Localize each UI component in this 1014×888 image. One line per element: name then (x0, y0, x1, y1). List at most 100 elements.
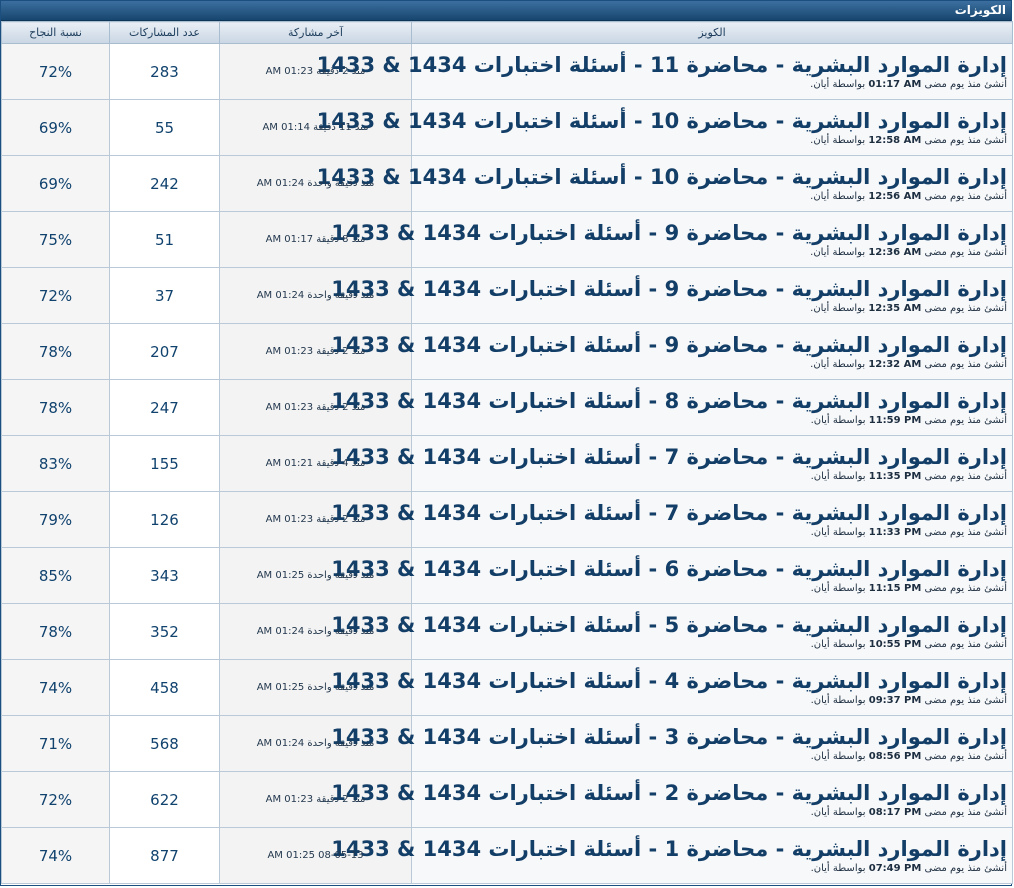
last-post-text: منذ دقيقة واحدة 01:25 AM (256, 570, 375, 581)
participants-count: 247 (150, 398, 179, 417)
quiz-author: بواسطة أيان. (810, 191, 866, 202)
success-rate-value: 74% (38, 846, 73, 865)
success-rate-value: 78% (38, 398, 73, 417)
quiz-created-prefix: أنشئ منذ يوم مضى (924, 527, 1007, 538)
quiz-created-prefix: أنشئ منذ يوم مضى (924, 135, 1007, 146)
success-rate-cell: 78% (1, 603, 110, 660)
quiz-created-prefix: أنشئ منذ يوم مضى (924, 303, 1007, 314)
last-post-text: منذ 2 دقيقة 01:23 AM (265, 794, 366, 805)
participants-count: 242 (150, 174, 179, 193)
quiz-title-link[interactable]: إدارة الموارد البشرية - محاضرة 7 - أسئلة… (331, 444, 1007, 470)
quiz-title-cell: إدارة الموارد البشرية - محاضرة 9 - أسئلة… (331, 267, 1013, 324)
quiz-title-cell: إدارة الموارد البشرية - محاضرة 7 - أسئلة… (331, 435, 1013, 492)
success-rate-value: 72% (38, 286, 73, 305)
quiz-created-time: 08:17 PM (868, 807, 922, 818)
quiz-created-time: 11:33 PM (868, 527, 922, 538)
quiz-title-link[interactable]: إدارة الموارد البشرية - محاضرة 1 - أسئلة… (331, 836, 1007, 862)
success-rate-value: 75% (38, 230, 73, 249)
quiz-meta: أنشئ منذ يوم مضى 07:49 PM بواسطة أيان. (417, 862, 1007, 875)
quiz-title-cell: إدارة الموارد البشرية - محاضرة 5 - أسئلة… (331, 603, 1013, 660)
quiz-title-cell: إدارة الموارد البشرية - محاضرة 9 - أسئلة… (331, 323, 1013, 380)
quiz-author: بواسطة أيان. (810, 583, 866, 594)
column-header-last-post: آخر مشاركة (219, 21, 412, 44)
quiz-created-prefix: أنشئ منذ يوم مضى (924, 751, 1007, 762)
quiz-created-prefix: أنشئ منذ يوم مضى (924, 807, 1007, 818)
success-rate-cell: 72% (1, 267, 110, 324)
quiz-created-prefix: أنشئ منذ يوم مضى (924, 583, 1007, 594)
success-rate-cell: 78% (1, 379, 110, 436)
quiz-created-prefix: أنشئ منذ يوم مضى (924, 359, 1007, 370)
quiz-title-link[interactable]: إدارة الموارد البشرية - محاضرة 10 - أسئل… (317, 164, 1007, 190)
quiz-title-cell: إدارة الموارد البشرية - محاضرة 1 - أسئلة… (331, 827, 1013, 884)
quiz-title-link[interactable]: إدارة الموارد البشرية - محاضرة 2 - أسئلة… (331, 780, 1007, 806)
quiz-title-cell: إدارة الموارد البشرية - محاضرة 11 - أسئل… (317, 43, 1013, 100)
quiz-author: بواسطة أيان. (810, 527, 866, 538)
last-post-text: منذ دقيقة واحدة 01:24 AM (256, 290, 375, 301)
quiz-title-link[interactable]: إدارة الموارد البشرية - محاضرة 7 - أسئلة… (331, 500, 1007, 526)
quiz-list-panel: الكويزات الكويز آخر مشاركة عدد المشاركات… (0, 0, 1013, 886)
quiz-meta: أنشئ منذ يوم مضى 12:36 AM بواسطة أيان. (417, 246, 1007, 259)
quiz-created-time: 12:58 AM (868, 135, 922, 146)
quiz-title-link[interactable]: إدارة الموارد البشرية - محاضرة 9 - أسئلة… (331, 220, 1007, 246)
participants-cell: 343 (109, 547, 220, 604)
success-rate-value: 71% (38, 734, 73, 753)
table-row: إدارة الموارد البشرية - محاضرة 4 - أسئلة… (1, 659, 1013, 716)
quiz-title-cell: إدارة الموارد البشرية - محاضرة 8 - أسئلة… (331, 379, 1013, 436)
last-post-text: 08-05-13 01:25 AM (267, 850, 364, 861)
last-post-text: منذ دقيقة واحدة 01:24 AM (256, 178, 375, 189)
success-rate-cell: 69% (1, 99, 110, 156)
success-rate-value: 74% (38, 678, 73, 697)
quiz-title-link[interactable]: إدارة الموارد البشرية - محاضرة 8 - أسئلة… (331, 388, 1007, 414)
last-post-text: منذ دقيقة واحدة 01:24 AM (256, 738, 375, 749)
success-rate-cell: 79% (1, 491, 110, 548)
table-row: إدارة الموارد البشرية - محاضرة 9 - أسئلة… (1, 211, 1013, 268)
quiz-rows: إدارة الموارد البشرية - محاضرة 11 - أسئل… (1, 43, 1013, 884)
success-rate-cell: 72% (1, 771, 110, 828)
participants-cell: 622 (109, 771, 220, 828)
participants-cell: 55 (109, 99, 220, 156)
participants-count: 568 (150, 734, 179, 753)
quiz-author: بواسطة أيان. (810, 415, 866, 426)
participants-count: 283 (150, 62, 179, 81)
quiz-title-link[interactable]: إدارة الموارد البشرية - محاضرة 5 - أسئلة… (331, 612, 1007, 638)
participants-count: 622 (150, 790, 179, 809)
success-rate-value: 85% (38, 566, 73, 585)
participants-count: 51 (154, 230, 175, 249)
table-header-row: الكويز آخر مشاركة عدد المشاركات نسبة الن… (1, 21, 1013, 44)
quiz-created-time: 12:35 AM (868, 303, 922, 314)
table-row: إدارة الموارد البشرية - محاضرة 6 - أسئلة… (1, 547, 1013, 604)
quiz-author: بواسطة أيان. (810, 471, 866, 482)
quiz-title-link[interactable]: إدارة الموارد البشرية - محاضرة 3 - أسئلة… (331, 724, 1007, 750)
quiz-author: بواسطة أيان. (810, 751, 866, 762)
quiz-meta: أنشئ منذ يوم مضى 01:17 AM بواسطة أيان. (417, 78, 1007, 91)
quiz-created-prefix: أنشئ منذ يوم مضى (924, 863, 1007, 874)
quiz-title-link[interactable]: إدارة الموارد البشرية - محاضرة 9 - أسئلة… (331, 276, 1007, 302)
success-rate-cell: 69% (1, 155, 110, 212)
last-post-text: منذ 11 دقيقة 01:14 AM (262, 122, 369, 133)
quiz-title-cell: إدارة الموارد البشرية - محاضرة 4 - أسئلة… (331, 659, 1013, 716)
quiz-created-time: 07:49 PM (868, 863, 922, 874)
table-row: إدارة الموارد البشرية - محاضرة 9 - أسئلة… (1, 267, 1013, 324)
quiz-title-link[interactable]: إدارة الموارد البشرية - محاضرة 11 - أسئل… (317, 52, 1007, 78)
quiz-created-time: 11:59 PM (868, 415, 922, 426)
quiz-meta: أنشئ منذ يوم مضى 08:56 PM بواسطة أيان. (417, 750, 1007, 763)
success-rate-value: 72% (38, 62, 73, 81)
quiz-created-prefix: أنشئ منذ يوم مضى (924, 191, 1007, 202)
quiz-meta: أنشئ منذ يوم مضى 10:55 PM بواسطة أيان. (417, 638, 1007, 651)
quiz-title-link[interactable]: إدارة الموارد البشرية - محاضرة 6 - أسئلة… (331, 556, 1007, 582)
quiz-title-link[interactable]: إدارة الموارد البشرية - محاضرة 4 - أسئلة… (331, 668, 1007, 694)
table-row: إدارة الموارد البشرية - محاضرة 1 - أسئلة… (1, 827, 1013, 884)
quiz-created-prefix: أنشئ منذ يوم مضى (924, 471, 1007, 482)
last-post-text: منذ 4 دقيقة 01:21 AM (265, 458, 366, 469)
last-post-text: منذ 2 دقيقة 01:23 AM (265, 514, 366, 525)
quiz-title-link[interactable]: إدارة الموارد البشرية - محاضرة 9 - أسئلة… (331, 332, 1007, 358)
last-post-text: منذ 2 دقيقة 01:23 AM (265, 346, 366, 357)
quiz-created-time: 01:17 AM (868, 79, 922, 90)
quiz-title-link[interactable]: إدارة الموارد البشرية - محاضرة 10 - أسئل… (317, 108, 1007, 134)
quiz-created-time: 09:37 PM (868, 695, 922, 706)
quiz-created-time: 11:15 PM (868, 583, 922, 594)
quiz-created-prefix: أنشئ منذ يوم مضى (924, 695, 1007, 706)
participants-count: 55 (154, 118, 175, 137)
table-row: إدارة الموارد البشرية - محاضرة 10 - أسئل… (1, 155, 1013, 212)
quiz-meta: أنشئ منذ يوم مضى 11:33 PM بواسطة أيان. (417, 526, 1007, 539)
